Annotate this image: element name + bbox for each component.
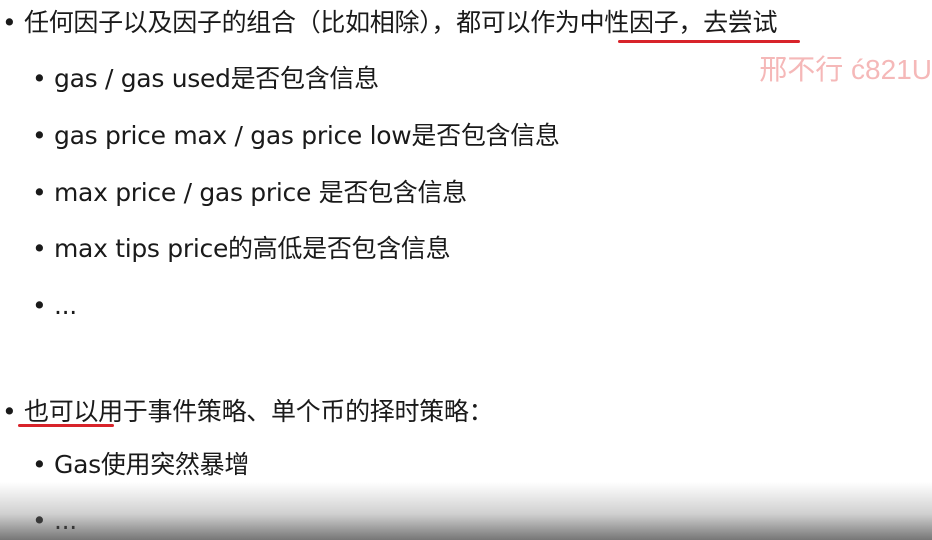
item-text-post: 用于事件策略、单个币的择时策略： bbox=[98, 397, 494, 426]
sub-bullet-item: •... bbox=[32, 504, 77, 538]
item-text: ... bbox=[54, 291, 77, 320]
bullet-dot: • bbox=[32, 64, 47, 93]
red-underline-mark bbox=[618, 40, 800, 43]
bullet-dot: • bbox=[32, 506, 47, 535]
bullet-dot: • bbox=[32, 178, 47, 207]
item-text: gas price max / gas price low是否包含信息 bbox=[54, 121, 560, 150]
item-text: Gas使用突然暴增 bbox=[54, 450, 250, 479]
item-text: ... bbox=[54, 506, 77, 535]
item-text: max price / gas price 是否包含信息 bbox=[54, 178, 467, 207]
highlighted-text: 也可以 bbox=[24, 397, 99, 426]
bullet-dot: • bbox=[32, 291, 47, 320]
sub-bullet-item: • max price / gas price 是否包含信息 bbox=[32, 176, 467, 210]
bullet-item-neutral-factor: • 任何因子以及因子的组合（比如相除），都可以作为中性因子，去尝试 bbox=[2, 6, 778, 40]
sub-bullet-item: • gas / gas used是否包含信息 bbox=[32, 62, 379, 96]
item-text-pre: 任何因子以及因子的组合（比如相除），都可以 bbox=[24, 8, 531, 37]
bullet-dot: • bbox=[32, 121, 47, 150]
red-underline-mark bbox=[18, 424, 114, 427]
item-text: max tips price的高低是否包含信息 bbox=[54, 234, 451, 263]
highlighted-text: 作为中性因子 bbox=[530, 8, 679, 37]
sub-bullet-item: •... bbox=[32, 289, 77, 323]
item-text-post: ，去尝试 bbox=[678, 8, 778, 37]
bottom-shadow-overlay bbox=[0, 482, 932, 540]
sub-bullet-item: • Gas使用突然暴增 bbox=[32, 448, 249, 482]
sub-bullet-item: • gas price max / gas price low是否包含信息 bbox=[32, 119, 560, 153]
watermark: 邢不行 ć821U bbox=[759, 54, 932, 85]
slide: • 任何因子以及因子的组合（比如相除），都可以作为中性因子，去尝试 邢不行 ć82… bbox=[0, 0, 932, 540]
bullet-dot: • bbox=[2, 8, 17, 37]
item-text: gas / gas used是否包含信息 bbox=[54, 64, 379, 93]
bullet-dot: • bbox=[32, 450, 47, 479]
sub-bullet-item: • max tips price的高低是否包含信息 bbox=[32, 232, 451, 266]
bullet-dot: • bbox=[32, 234, 47, 263]
